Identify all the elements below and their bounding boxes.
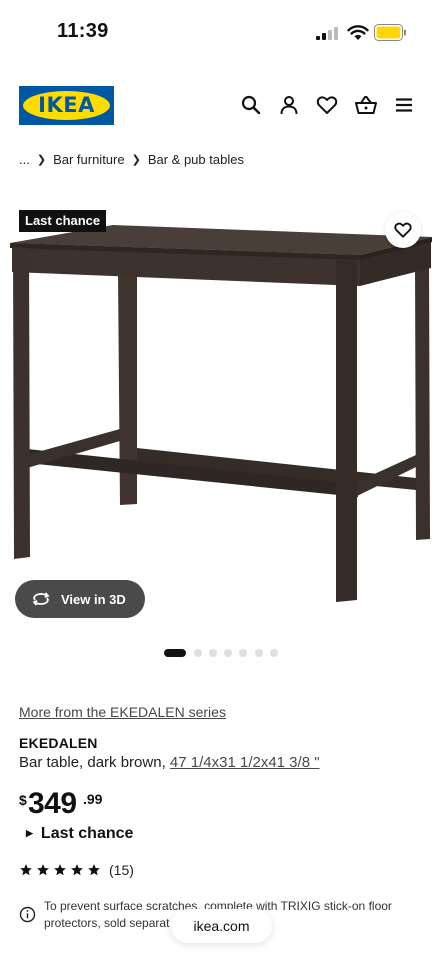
cart-icon[interactable] [354, 93, 378, 117]
browser-url-bar[interactable]: ikea.com [171, 909, 272, 943]
user-icon[interactable] [277, 93, 301, 117]
product-name: EKEDALEN [19, 735, 98, 751]
caret-right-icon: ▶ [26, 828, 33, 838]
product-dimensions-link[interactable]: 47 1/4x31 1/2x41 3/8 " [170, 754, 320, 771]
breadcrumb: ... ❯ Bar furniture ❯ Bar & pub tables [19, 151, 244, 167]
carousel-dot[interactable] [255, 649, 263, 657]
star-icon [54, 864, 66, 876]
series-link[interactable]: More from the EKEDALEN series [19, 704, 226, 720]
price-integer: 349 [28, 787, 77, 820]
carousel-dot[interactable] [209, 649, 217, 657]
battery-icon [374, 24, 406, 41]
price-currency: $ [19, 792, 27, 808]
bar-table-image [10, 225, 432, 602]
add-to-favourites-button[interactable] [385, 212, 421, 248]
breadcrumb-item-bar-furniture[interactable]: Bar furniture [53, 152, 125, 167]
view-in-3d-label: View in 3D [61, 592, 126, 607]
product-image[interactable] [0, 200, 443, 640]
site-header: IKEA [0, 84, 443, 126]
availability-label: Last chance [40, 825, 134, 842]
cellular-signal-icon [316, 27, 338, 40]
star-icon [71, 864, 83, 876]
product-type: Bar table, dark brown, [19, 754, 170, 771]
breadcrumb-item-bar-pub-tables[interactable]: Bar & pub tables [148, 152, 244, 167]
chevron-right-icon: ❯ [36, 154, 47, 167]
star-icon [20, 864, 32, 876]
heart-icon[interactable] [315, 93, 339, 117]
availability-toggle[interactable]: ▶ Last chance [26, 825, 133, 843]
logo-text: IKEA [38, 93, 95, 117]
heart-icon [394, 222, 412, 238]
rotate-3d-icon [32, 592, 50, 606]
info-icon [19, 906, 36, 923]
search-icon[interactable] [239, 93, 263, 117]
breadcrumb-ellipsis[interactable]: ... [19, 152, 30, 167]
view-in-3d-button[interactable]: View in 3D [15, 580, 145, 618]
star-icon [37, 864, 49, 876]
wifi-icon [347, 25, 369, 40]
carousel-dot[interactable] [194, 649, 202, 657]
carousel-dot[interactable] [239, 649, 247, 657]
rating-count: (15) [109, 862, 134, 878]
product-description: Bar table, dark brown, 47 1/4x31 1/2x41 … [19, 754, 320, 771]
status-time: 11:39 [57, 20, 109, 42]
menu-icon[interactable] [392, 93, 416, 117]
carousel-dot[interactable] [224, 649, 232, 657]
price-decimal: .99 [83, 791, 103, 807]
ikea-logo[interactable]: IKEA [19, 86, 114, 125]
chevron-right-icon: ❯ [131, 154, 141, 167]
status-bar: 11:39 [0, 0, 443, 62]
last-chance-badge: Last chance [19, 210, 107, 232]
carousel-dot[interactable] [164, 649, 186, 657]
carousel-dot[interactable] [270, 649, 278, 657]
star-icon [88, 864, 100, 876]
